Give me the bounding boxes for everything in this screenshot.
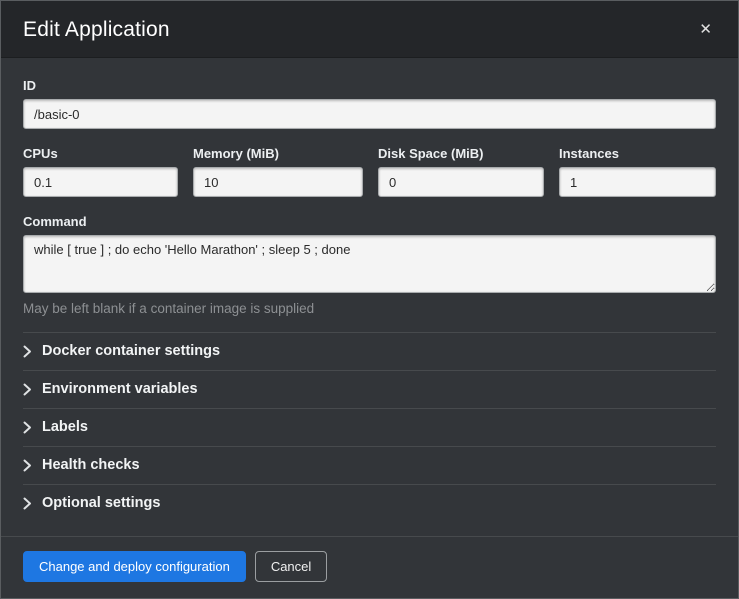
section-label: Environment variables [42,381,198,397]
chevron-right-icon [23,459,37,472]
accordion-sections: Docker container settings Environment va… [23,332,716,522]
section-label: Docker container settings [42,343,220,359]
cpus-field-group: CPUs [23,146,178,197]
modal-header: Edit Application ✕ [1,1,738,58]
cpus-input[interactable] [23,167,178,197]
section-environment-variables[interactable]: Environment variables [23,371,716,409]
id-label: ID [23,78,716,93]
change-and-deploy-button[interactable]: Change and deploy configuration [23,551,246,582]
close-icon[interactable]: ✕ [695,20,716,39]
section-optional-settings[interactable]: Optional settings [23,485,716,522]
edit-application-modal: Edit Application ✕ ID CPUs Memory (MiB) … [0,0,739,599]
chevron-right-icon [23,345,37,358]
chevron-right-icon [23,421,37,434]
chevron-right-icon [23,497,37,510]
disk-field-group: Disk Space (MiB) [378,146,544,197]
modal-footer: Change and deploy configuration Cancel [1,536,738,598]
section-label: Optional settings [42,495,160,511]
command-textarea[interactable]: while [ true ] ; do echo 'Hello Marathon… [23,235,716,293]
section-label: Labels [42,419,88,435]
resources-row: CPUs Memory (MiB) Disk Space (MiB) Insta… [23,146,716,197]
section-docker-container-settings[interactable]: Docker container settings [23,333,716,371]
modal-body: ID CPUs Memory (MiB) Disk Space (MiB) In… [1,58,738,536]
id-input[interactable] [23,99,716,129]
command-help-text: May be left blank if a container image i… [23,301,716,316]
chevron-right-icon [23,383,37,396]
cpus-label: CPUs [23,146,178,161]
id-field-group: ID [23,78,716,129]
command-field-group: Command while [ true ] ; do echo 'Hello … [23,214,716,316]
disk-label: Disk Space (MiB) [378,146,544,161]
page-title: Edit Application [23,18,695,42]
instances-input[interactable] [559,167,716,197]
section-labels[interactable]: Labels [23,409,716,447]
memory-input[interactable] [193,167,363,197]
instances-field-group: Instances [559,146,716,197]
instances-label: Instances [559,146,716,161]
command-label: Command [23,214,716,229]
section-label: Health checks [42,457,140,473]
cancel-button[interactable]: Cancel [255,551,327,582]
section-health-checks[interactable]: Health checks [23,447,716,485]
memory-field-group: Memory (MiB) [193,146,363,197]
memory-label: Memory (MiB) [193,146,363,161]
disk-input[interactable] [378,167,544,197]
